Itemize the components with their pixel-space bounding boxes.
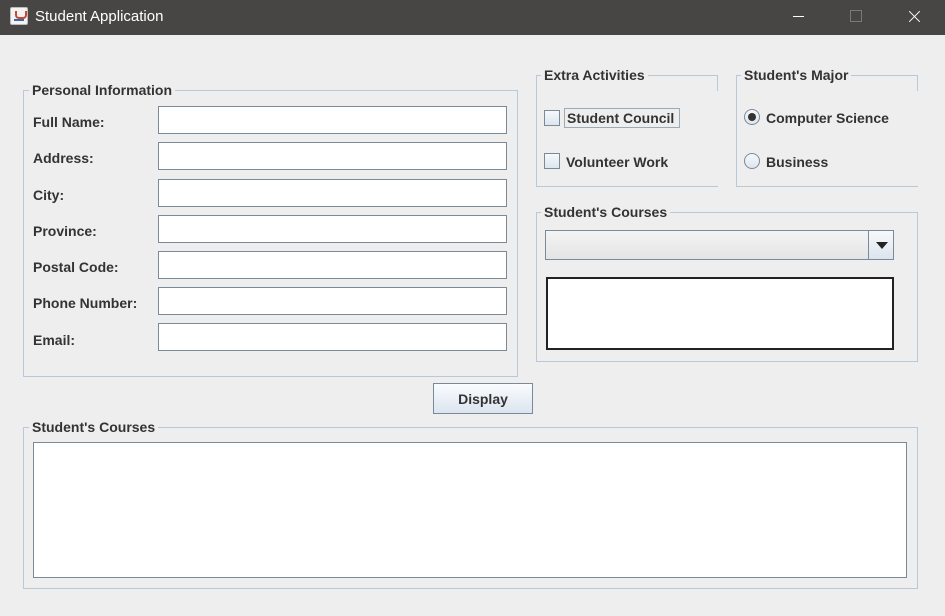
close-button[interactable] [891, 0, 937, 35]
province-field[interactable] [158, 215, 507, 243]
courses-output-legend: Student's Courses [29, 419, 159, 435]
address-field[interactable] [158, 142, 507, 170]
business-radio[interactable] [744, 153, 760, 169]
extra-activities-legend: Extra Activities [541, 67, 648, 83]
student-council-checkbox[interactable] [544, 110, 560, 126]
extra-activities-border-tick [717, 75, 718, 91]
chevron-down-icon[interactable] [868, 231, 893, 259]
courses-selector-legend: Student's Courses [541, 204, 671, 220]
extra-activities-border-bottom [536, 186, 718, 187]
student-major-panel: Student's Major [736, 67, 918, 187]
extra-activities-panel: Extra Activities [536, 67, 718, 187]
radio-selected-dot [748, 113, 756, 121]
java-app-icon [10, 7, 28, 25]
postal-code-field[interactable] [158, 251, 507, 279]
city-field[interactable] [158, 179, 507, 207]
postal-code-label: Postal Code: [33, 259, 119, 275]
computer-science-label[interactable]: Computer Science [766, 110, 889, 126]
city-label: City: [33, 187, 65, 203]
volunteer-work-label[interactable]: Volunteer Work [566, 154, 668, 170]
courses-output-textarea[interactable] [33, 442, 907, 578]
province-label: Province: [33, 223, 97, 239]
courses-combobox[interactable] [545, 230, 894, 260]
full-name-label: Full Name: [33, 114, 105, 130]
computer-science-radio[interactable] [744, 109, 760, 125]
student-major-border-tick [917, 75, 918, 91]
email-field[interactable] [158, 323, 507, 351]
volunteer-work-checkbox[interactable] [544, 153, 560, 169]
student-major-border-bottom [736, 186, 918, 187]
phone-number-label: Phone Number: [33, 295, 138, 311]
email-label: Email: [33, 332, 76, 348]
address-label: Address: [33, 150, 94, 166]
window-title: Student Application [35, 8, 164, 25]
full-name-field[interactable] [158, 106, 507, 134]
student-council-label[interactable]: Student Council [567, 110, 674, 126]
phone-number-field[interactable] [158, 287, 507, 315]
minimize-button[interactable] [776, 0, 822, 35]
display-button[interactable]: Display [433, 383, 533, 414]
student-major-legend: Student's Major [741, 67, 852, 83]
personal-information-legend: Personal Information [29, 82, 176, 98]
maximize-button[interactable] [832, 0, 878, 35]
courses-list-area[interactable] [546, 277, 894, 350]
title-bar: Student Application [0, 0, 945, 35]
business-label[interactable]: Business [766, 154, 828, 170]
